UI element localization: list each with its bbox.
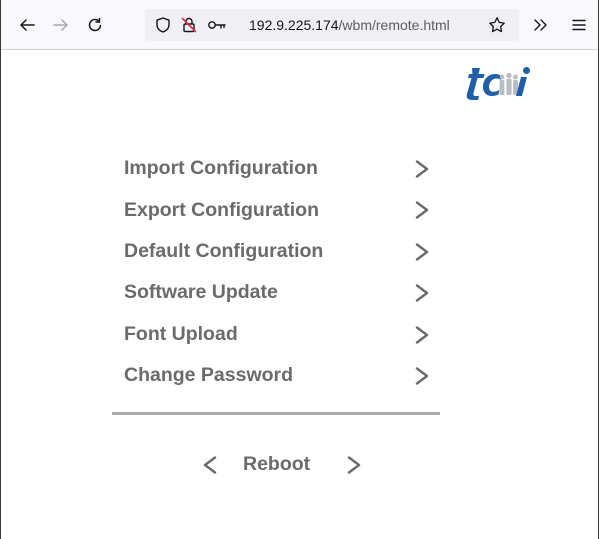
back-arrow-icon[interactable] — [15, 13, 39, 37]
menu-item-export-configuration[interactable]: Export Configuration — [114, 189, 440, 230]
url-text[interactable]: 192.9.225.174/wbm/remote.html — [249, 17, 450, 33]
hamburger-menu-icon[interactable] — [567, 13, 591, 37]
menu-item-default-configuration[interactable]: Default Configuration — [114, 231, 440, 272]
menu-item-label: Default Configuration — [124, 239, 324, 262]
menu-item-change-password[interactable]: Change Password — [114, 355, 440, 396]
menu-item-label: Font Upload — [124, 322, 238, 345]
url-host: 192.9.225.174 — [249, 17, 339, 33]
browser-window: 192.9.225.174/wbm/remote.html Import Con… — [0, 0, 599, 539]
forward-arrow-icon[interactable] — [49, 13, 73, 37]
chevron-right-icon — [415, 201, 429, 220]
menu-item-label: Software Update — [124, 281, 278, 304]
reboot-label: Reboot — [243, 453, 311, 475]
menu-item-label: Export Configuration — [124, 198, 319, 221]
url-bar[interactable]: 192.9.225.174/wbm/remote.html — [145, 9, 519, 41]
chevron-right-icon — [347, 456, 361, 474]
menu-item-label: Import Configuration — [124, 157, 318, 180]
chevron-right-icon — [415, 284, 429, 302]
chevron-right-icon — [415, 325, 429, 344]
insecure-connection-icon[interactable] — [177, 13, 201, 37]
browser-toolbar: 192.9.225.174/wbm/remote.html — [1, 0, 598, 50]
key-icon[interactable] — [205, 13, 229, 37]
settings-menu: Import Configuration Export Configuratio… — [114, 148, 440, 396]
reload-icon[interactable] — [83, 13, 107, 37]
menu-divider — [112, 412, 440, 415]
tracking-protection-shield-icon[interactable] — [151, 13, 175, 37]
menu-item-label: Change Password — [124, 364, 294, 387]
chevron-left-icon — [203, 456, 217, 474]
chevron-right-icon — [415, 243, 429, 261]
bookmark-star-icon[interactable] — [485, 13, 509, 37]
tci-logo — [464, 60, 534, 108]
chevron-right-icon — [415, 367, 429, 385]
url-path: /wbm/remote.html — [338, 17, 450, 33]
menu-item-software-update[interactable]: Software Update — [114, 272, 440, 313]
menu-item-font-upload[interactable]: Font Upload — [114, 314, 440, 355]
chevron-right-icon — [415, 160, 429, 178]
reboot-button[interactable]: Reboot — [197, 450, 369, 480]
menu-item-import-configuration[interactable]: Import Configuration — [114, 148, 440, 189]
overflow-chevrons-icon[interactable] — [528, 13, 552, 37]
